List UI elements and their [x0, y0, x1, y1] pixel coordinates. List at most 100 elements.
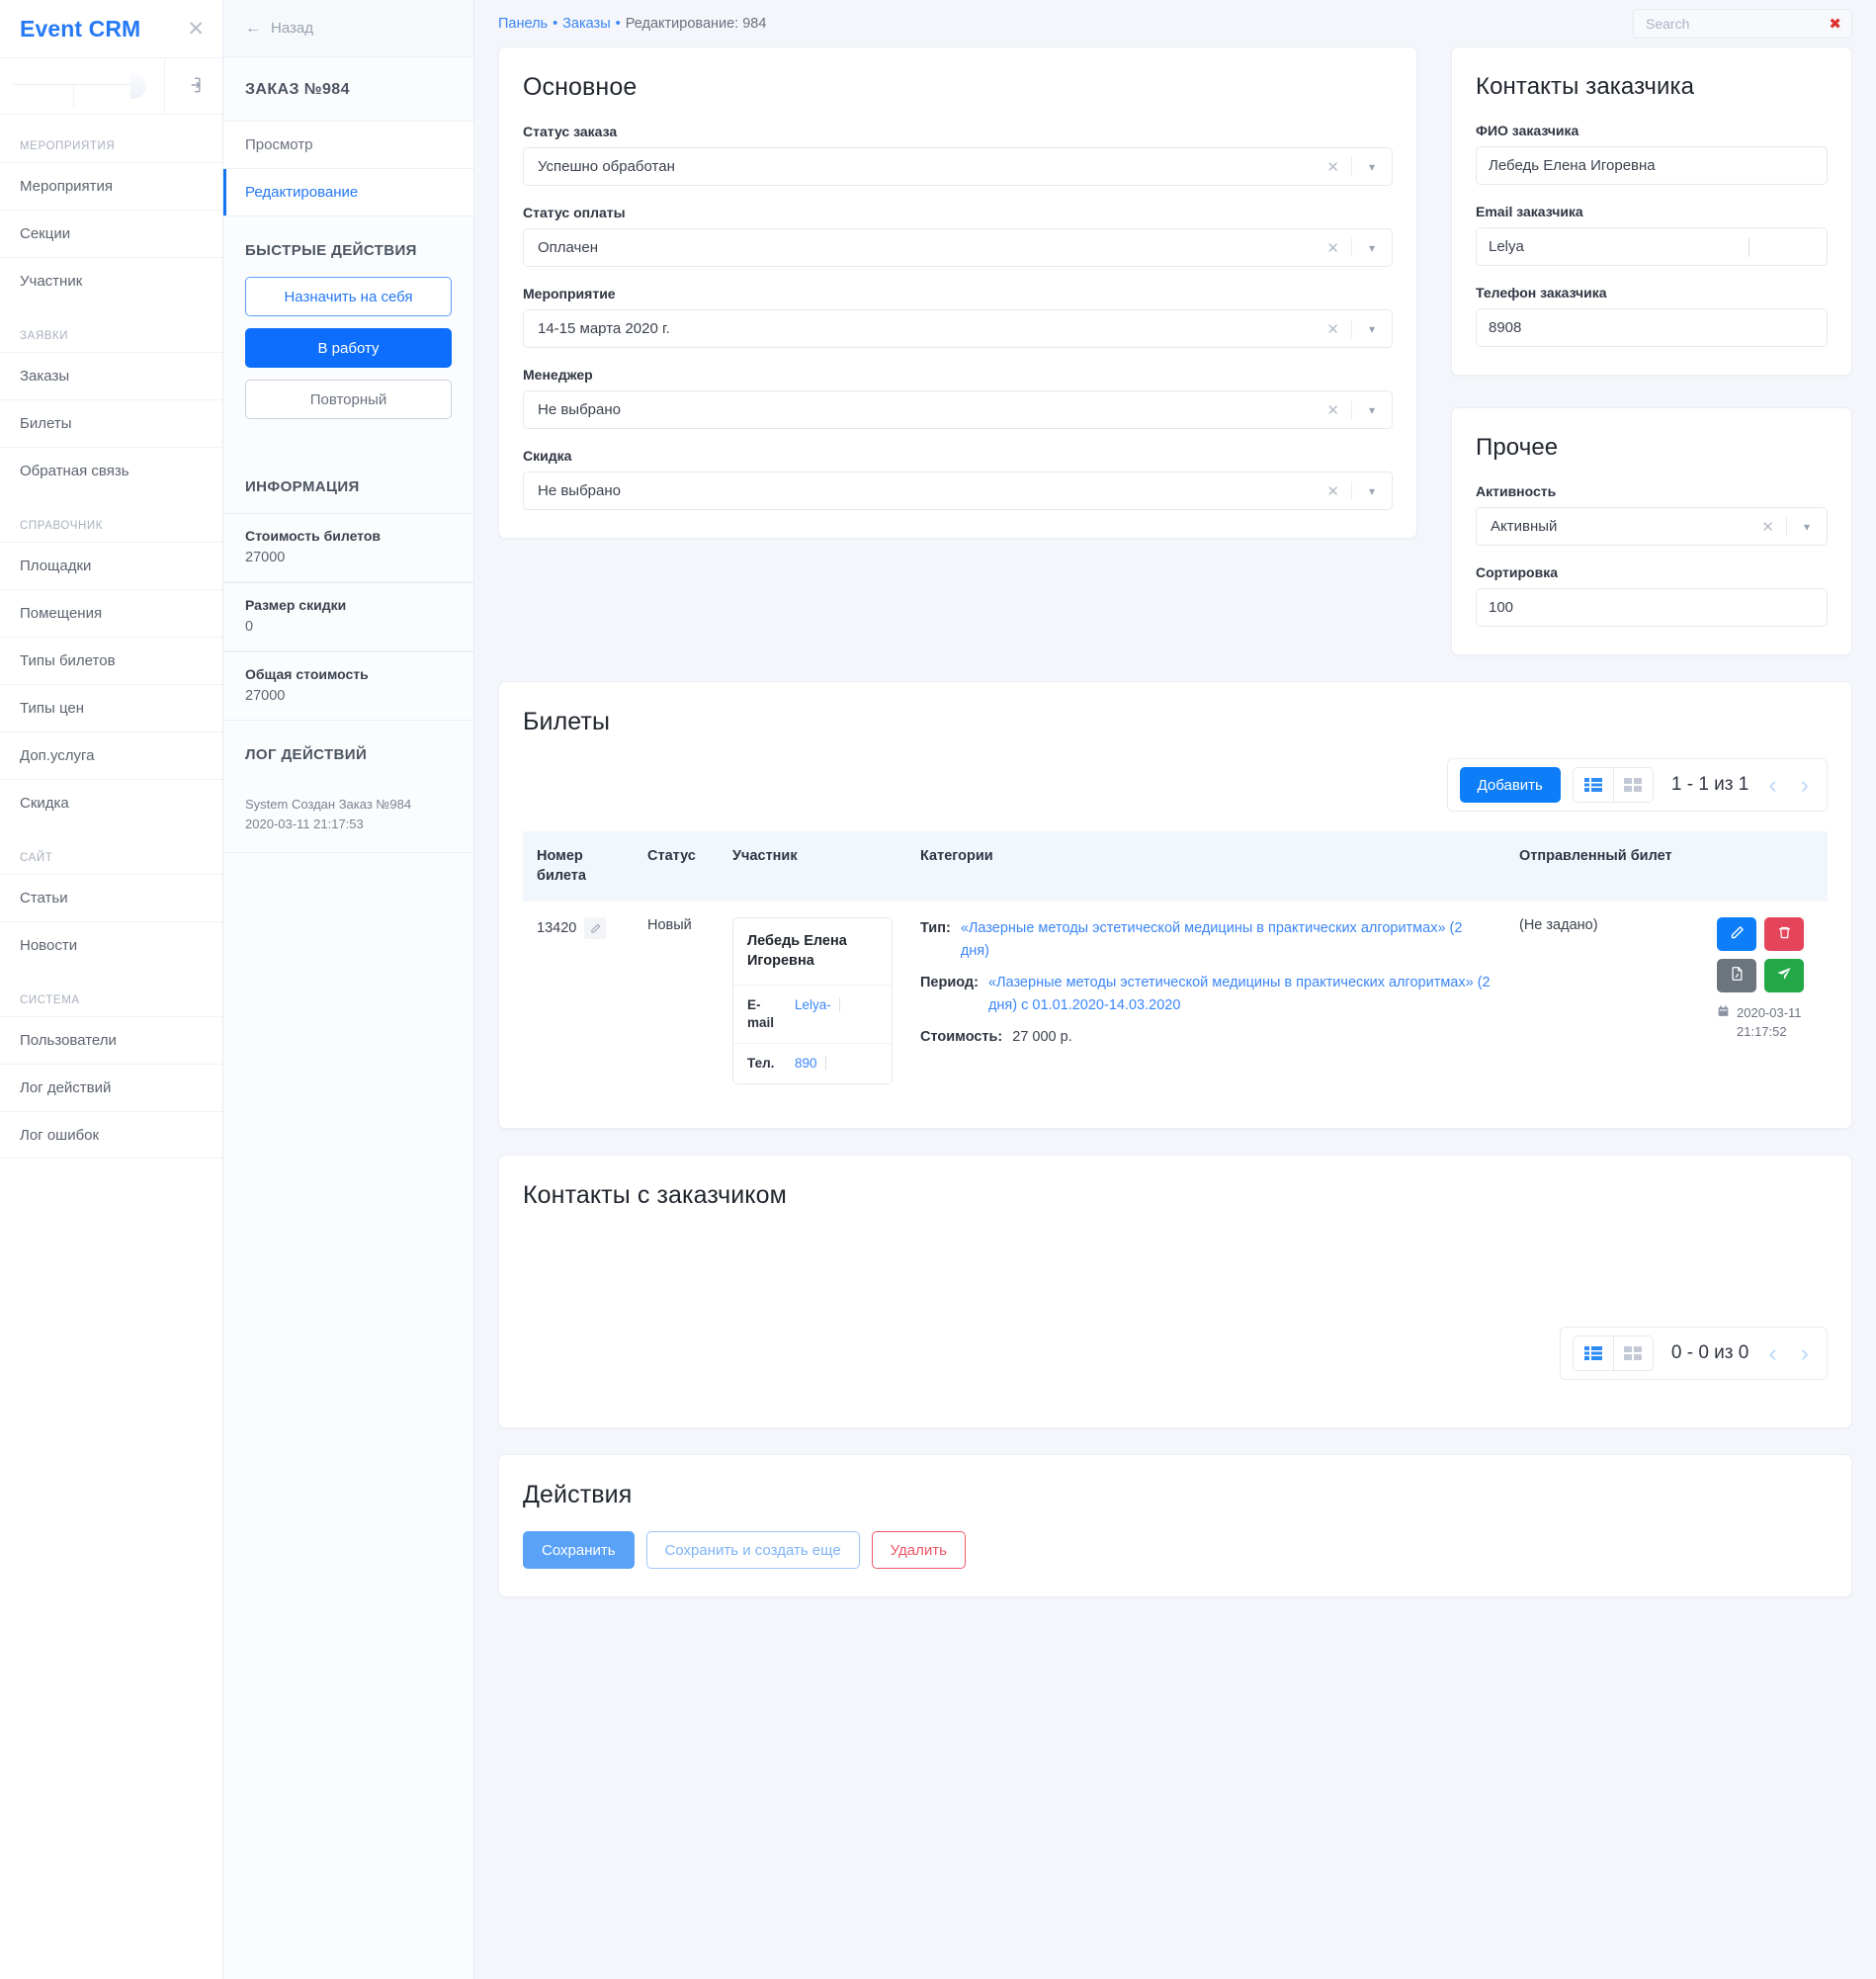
chevron-left-icon[interactable]: ‹: [1762, 772, 1782, 798]
sidebar-item-ploshchadki[interactable]: Площадки: [0, 542, 222, 589]
sidebar-item-bilety[interactable]: Билеты: [0, 399, 222, 447]
download-pdf-button[interactable]: [1717, 959, 1756, 993]
sidebar-item-label: Скидка: [20, 795, 69, 812]
cell-ticket-status: Новый: [647, 917, 692, 934]
customer-name-input[interactable]: Лебедь Елена Игоревна: [1476, 146, 1828, 185]
chevron-down-icon[interactable]: ▾: [1787, 520, 1827, 534]
customer-contacts-title: Контакты заказчика: [1476, 73, 1695, 100]
breadcrumb: Панель • Заказы • Редактирование: 984: [498, 16, 766, 32]
sidebar-item-label: Участник: [20, 273, 83, 290]
sidebar-item-tipy-cen[interactable]: Типы цен: [0, 684, 222, 731]
cell-categories: Тип: «Лазерные методы эстетической медиц…: [906, 902, 1505, 1100]
back-button[interactable]: ← Назад: [223, 0, 473, 57]
manager-select[interactable]: Не выбрано ✕ ▾: [523, 390, 1393, 429]
order-status-select[interactable]: Успешно обработан ✕ ▾: [523, 147, 1393, 186]
clear-icon[interactable]: ✕: [1315, 158, 1351, 176]
delete-ticket-button[interactable]: [1764, 917, 1804, 952]
category-key: Тип:: [920, 920, 951, 937]
delete-button[interactable]: Удалить: [871, 1531, 966, 1570]
sidebar-item-log-oshibok[interactable]: Лог ошибок: [0, 1111, 222, 1159]
list-view-icon[interactable]: [1573, 768, 1613, 802]
add-ticket-button[interactable]: Добавить: [1459, 767, 1561, 803]
context-link-prosmotr[interactable]: Просмотр: [223, 122, 473, 169]
sidebar-item-polzovateli[interactable]: Пользователи: [0, 1016, 222, 1064]
grid-view-icon[interactable]: [1612, 1336, 1653, 1371]
info-label: Общая стоимость: [245, 666, 369, 682]
in-progress-button[interactable]: В работу: [245, 328, 452, 368]
grid-view-icon[interactable]: [1612, 768, 1653, 802]
sidebar-item-label: Мероприятия: [20, 178, 114, 195]
sidebar-item-sekcii[interactable]: Секции: [0, 210, 222, 257]
sidebar-item-log-deystviy[interactable]: Лог действий: [0, 1064, 222, 1111]
close-icon[interactable]: ✕: [187, 19, 205, 40]
list-view-icon[interactable]: [1573, 1336, 1613, 1371]
save-button[interactable]: Сохранить: [523, 1531, 635, 1570]
sidebar-item-zakazy[interactable]: Заказы: [0, 352, 222, 399]
chevron-down-icon[interactable]: ▾: [1352, 241, 1392, 255]
main-info-card: Основное Статус заказа Успешно обработан…: [498, 46, 1417, 539]
sidebar-item-tipy-biletov[interactable]: Типы билетов: [0, 637, 222, 684]
trash-icon: [1777, 925, 1792, 944]
edit-ticket-button[interactable]: [1717, 917, 1756, 952]
assign-to-me-button[interactable]: Назначить на себя: [245, 277, 452, 316]
context-link-redaktirovanie[interactable]: Редактирование: [223, 169, 473, 216]
sidebar-item-obratnaya-svyaz[interactable]: Обратная связь: [0, 447, 222, 494]
customer-phone-input[interactable]: 8908: [1476, 308, 1828, 347]
breadcrumb-panel[interactable]: Панель: [498, 16, 548, 32]
pencil-icon: [1730, 925, 1745, 944]
send-ticket-button[interactable]: [1764, 959, 1804, 993]
sidebar-item-dop-usluga[interactable]: Доп.услуга: [0, 731, 222, 779]
field-label: Email заказчика: [1476, 204, 1583, 219]
breadcrumb-orders[interactable]: Заказы: [562, 16, 610, 32]
sidebar-item-label: Заказы: [20, 368, 70, 385]
chevron-down-icon[interactable]: ▾: [1352, 322, 1392, 336]
view-toggle: [1572, 1335, 1654, 1372]
chevron-down-icon[interactable]: ▾: [1352, 160, 1392, 174]
client-contacts-title: Контакты с заказчиком: [523, 1181, 787, 1210]
participant-email-value[interactable]: Lelya-: [795, 996, 878, 1032]
clear-icon[interactable]: ✕: [1315, 482, 1351, 500]
event-select[interactable]: 14-15 марта 2020 г. ✕ ▾: [523, 309, 1393, 348]
search-clear-icon[interactable]: ✖: [1829, 15, 1841, 33]
repeat-button[interactable]: Повторный: [245, 380, 452, 419]
clear-icon[interactable]: ✕: [1315, 401, 1351, 419]
chevron-down-icon[interactable]: ▾: [1352, 484, 1392, 498]
info-item-discount-size: Размер скидки 0: [223, 582, 473, 651]
input-value: 8908: [1489, 319, 1522, 336]
sort-input[interactable]: 100: [1476, 588, 1828, 627]
logout-button[interactable]: [165, 57, 222, 115]
participant-phone-value[interactable]: 890: [795, 1055, 878, 1073]
pencil-icon[interactable]: [584, 917, 607, 940]
payment-status-select[interactable]: Оплачен ✕ ▾: [523, 228, 1393, 267]
sidebar-item-uchastnik[interactable]: Участник: [0, 257, 222, 304]
activity-select[interactable]: Активный ✕ ▾: [1476, 507, 1828, 546]
sidebar-item-skidka[interactable]: Скидка: [0, 779, 222, 826]
logout-icon: [184, 75, 204, 98]
discount-select[interactable]: Не выбрано ✕ ▾: [523, 472, 1393, 510]
clear-icon[interactable]: ✕: [1315, 239, 1351, 257]
client-contacts-toolbar: 0 - 0 из 0 ‹ ›: [1559, 1327, 1828, 1381]
chevron-down-icon[interactable]: ▾: [1352, 403, 1392, 417]
chevron-right-icon[interactable]: ›: [1795, 772, 1815, 798]
back-label: Назад: [271, 20, 313, 37]
select-value: Не выбрано: [538, 482, 621, 499]
sidebar-item-meropriyatiya[interactable]: Мероприятия: [0, 162, 222, 210]
sidebar-item-pomeshcheniya[interactable]: Помещения: [0, 589, 222, 637]
column-header-status: Статус: [634, 831, 719, 903]
sidebar-item-novosti[interactable]: Новости: [0, 921, 222, 969]
clear-icon[interactable]: ✕: [1315, 320, 1351, 338]
nav-group-title-3: САЙТ: [20, 852, 53, 864]
save-and-create-button[interactable]: Сохранить и создать еще: [645, 1531, 860, 1570]
chevron-left-icon[interactable]: ‹: [1762, 1340, 1782, 1366]
search-input[interactable]: [1644, 14, 1830, 33]
sidebar-item-stati[interactable]: Статьи: [0, 874, 222, 921]
cell-sent-ticket: (Не задано): [1519, 917, 1598, 934]
category-value-link[interactable]: «Лазерные методы эстетической медицины в…: [988, 972, 1492, 1016]
search-box[interactable]: ✖: [1633, 8, 1852, 39]
field-label: Статус оплаты: [523, 205, 626, 220]
redaction-bar: [838, 996, 840, 1012]
clear-icon[interactable]: ✕: [1749, 518, 1786, 536]
customer-email-input[interactable]: Lelya: [1476, 227, 1828, 266]
category-value-link[interactable]: «Лазерные методы эстетической медицины в…: [961, 917, 1492, 962]
chevron-right-icon[interactable]: ›: [1795, 1340, 1815, 1366]
